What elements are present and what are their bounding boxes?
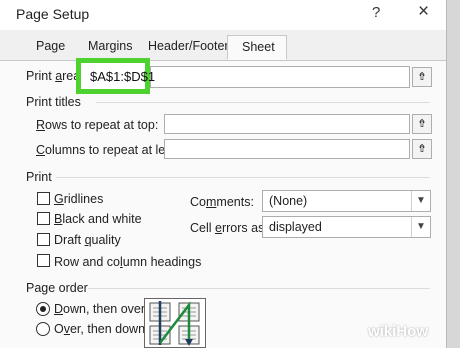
gridlines-checkbox[interactable] xyxy=(37,192,50,205)
draft-quality-label: Draft quality xyxy=(54,233,121,247)
print-area-value: $A$1:$D$1 xyxy=(90,69,156,84)
cols-repeat-input[interactable] xyxy=(164,139,410,159)
page-order-heading: Page order xyxy=(26,281,88,295)
row-col-headings-label: Row and column headings xyxy=(54,255,202,269)
tab-margins[interactable]: Margins xyxy=(88,39,132,53)
tab-page[interactable]: Page xyxy=(36,39,65,53)
tab-sheet[interactable]: Sheet xyxy=(227,35,287,60)
print-divider xyxy=(56,177,430,178)
rows-repeat-label: Rows to repeat at top: xyxy=(36,118,159,132)
comments-value: (None) xyxy=(269,194,308,208)
print-area-field-ext[interactable] xyxy=(150,66,410,88)
print-titles-divider xyxy=(96,102,430,103)
print-area-collapse-icon[interactable]: ⇮ xyxy=(412,67,432,87)
close-button[interactable]: × xyxy=(418,1,429,23)
row-col-headings-checkbox[interactable] xyxy=(37,254,50,267)
page-order-divider xyxy=(88,288,430,289)
down-then-over-label: Down, then over xyxy=(54,302,146,316)
print-area-field[interactable]: $A$1:$D$1 xyxy=(76,58,155,94)
wikihow-watermark: wikiHow xyxy=(368,323,429,340)
tab-header-footer[interactable]: Header/Footer xyxy=(148,39,229,53)
draft-quality-checkbox[interactable] xyxy=(37,233,50,246)
rows-repeat-input[interactable] xyxy=(164,114,410,134)
page-setup-dialog: Page Setup ? × Page Margins Header/Foote… xyxy=(0,0,447,348)
print-heading: Print xyxy=(26,170,52,184)
print-titles-heading: Print titles xyxy=(26,95,81,109)
dialog-title: Page Setup xyxy=(16,6,90,22)
black-white-label: Black and white xyxy=(54,212,142,226)
rows-collapse-icon[interactable]: ⇮ xyxy=(412,114,432,134)
cell-errors-label: Cell errors as: xyxy=(190,221,268,235)
cols-collapse-icon[interactable]: ⇮ xyxy=(412,139,432,159)
cols-repeat-label: Columns to repeat at left: xyxy=(36,143,176,157)
down-then-over-radio[interactable] xyxy=(36,302,50,316)
tab-strip: Page Margins Header/Footer Sheet xyxy=(0,30,446,61)
comments-label: Comments: xyxy=(190,195,254,209)
page-order-preview-icon xyxy=(144,298,206,348)
over-then-down-label: Over, then down xyxy=(54,322,146,336)
chevron-down-icon[interactable]: ▼ xyxy=(411,191,430,211)
gridlines-label: Gridlines xyxy=(54,192,104,206)
over-then-down-radio[interactable] xyxy=(36,322,50,336)
chevron-down-icon[interactable]: ▼ xyxy=(411,217,430,237)
help-button[interactable]: ? xyxy=(372,4,380,21)
title-bar: Page Setup ? × xyxy=(0,0,446,30)
cell-errors-value: displayed xyxy=(269,220,322,234)
black-white-checkbox[interactable] xyxy=(37,212,50,225)
comments-select[interactable]: (None) ▼ xyxy=(262,190,431,212)
cell-errors-select[interactable]: displayed ▼ xyxy=(262,216,431,238)
